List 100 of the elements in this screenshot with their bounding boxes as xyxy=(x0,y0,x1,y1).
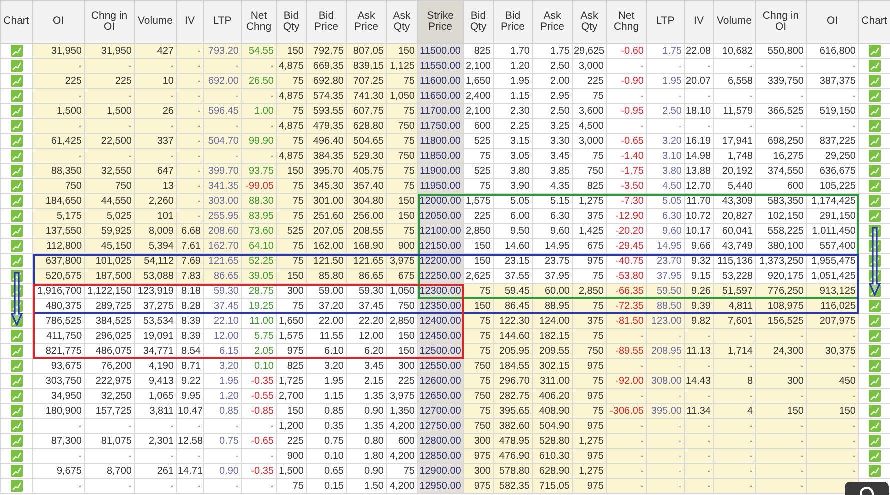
table-cell: - xyxy=(242,478,276,494)
strike-price: 12650.00 xyxy=(418,388,464,404)
table-cell: 53,228 xyxy=(714,268,756,284)
table-cell: -99.05 xyxy=(242,178,276,194)
strike-price: 11600.00 xyxy=(418,74,464,88)
table-cell: - xyxy=(134,418,176,434)
table-cell: 296.70 xyxy=(494,374,532,388)
chart-icon[interactable] xyxy=(868,254,880,267)
table-cell: 9.82 xyxy=(684,314,714,328)
table-cell: - xyxy=(606,418,646,434)
table-cell: 303,750 xyxy=(32,374,84,388)
table-cell: - xyxy=(32,448,84,464)
chart-icon[interactable] xyxy=(868,240,880,252)
chart-icon[interactable] xyxy=(868,224,880,237)
table-cell: - xyxy=(606,358,646,374)
table-cell: 61,425 xyxy=(32,134,84,148)
table-cell: 1,050 xyxy=(386,88,418,104)
table-cell: 741.30 xyxy=(346,88,386,104)
table-cell: 675 xyxy=(386,268,418,284)
table-cell: 10,682 xyxy=(714,44,756,58)
table-cell: 337 xyxy=(134,134,176,148)
table-cell: 75 xyxy=(386,224,418,238)
table-cell: 124.00 xyxy=(532,314,572,328)
table-cell: 479.35 xyxy=(306,118,346,134)
table-cell: - xyxy=(204,448,242,464)
table-cell: 11.34 xyxy=(684,404,714,418)
chart-icon[interactable] xyxy=(868,270,880,282)
table-cell: 180,900 xyxy=(32,404,84,418)
table-cell: 1,748 xyxy=(714,148,756,164)
table-cell: - xyxy=(204,148,242,164)
table-cell: 182.15 xyxy=(532,328,572,344)
table-cell: 16.19 xyxy=(684,134,714,148)
strike-price: 12950.00 xyxy=(418,478,464,494)
table-cell: 593.55 xyxy=(306,104,346,118)
table-cell: 8,009 xyxy=(134,224,176,238)
table-cell: 2.95 xyxy=(532,88,572,104)
table-cell: 8.71 xyxy=(176,358,204,374)
table-cell: 0.85 xyxy=(306,404,346,418)
table-cell: 807.05 xyxy=(346,44,386,58)
chart-icon[interactable] xyxy=(10,314,22,327)
table-cell: 1.35 xyxy=(346,388,386,404)
table-cell: -0.60 xyxy=(606,44,646,58)
table-cell: 29,625 xyxy=(572,44,606,58)
table-cell: - xyxy=(134,118,176,134)
table-cell: - xyxy=(176,148,204,164)
table-cell: 22.08 xyxy=(684,44,714,58)
table-cell: 11.00 xyxy=(242,314,276,328)
table-cell: - xyxy=(806,88,858,104)
chart-icon[interactable] xyxy=(10,300,22,312)
table-cell: 550,800 xyxy=(756,44,806,58)
table-cell: 20,192 xyxy=(714,164,756,178)
help-button[interactable] xyxy=(845,482,889,495)
chart-icon[interactable] xyxy=(10,284,22,297)
table-cell: - xyxy=(204,58,242,74)
table-cell: 1,350 xyxy=(386,404,418,418)
table-cell: 750 xyxy=(386,118,418,134)
table-cell: 3.20 xyxy=(646,134,684,148)
table-cell: - xyxy=(646,464,684,478)
table-cell: 1.95 xyxy=(306,374,346,388)
table-cell: - xyxy=(134,478,176,494)
table-cell: 975 xyxy=(572,418,606,434)
table-cell: 1,500 xyxy=(32,104,84,118)
table-cell: - xyxy=(684,388,714,404)
table-cell: 208.60 xyxy=(204,224,242,238)
chart-icon[interactable] xyxy=(868,284,880,297)
table-cell: 1,575 xyxy=(276,328,306,344)
table-cell: 225 xyxy=(276,434,306,448)
table-cell: 1.95 xyxy=(204,374,242,388)
table-cell: 504.65 xyxy=(346,134,386,148)
table-cell: - xyxy=(806,118,858,134)
table-cell: 384.35 xyxy=(306,148,346,164)
table-cell: 975 xyxy=(572,358,606,374)
table-cell: - xyxy=(606,58,646,74)
table-cell: -0.65 xyxy=(606,134,646,148)
table-cell: 750 xyxy=(32,178,84,194)
table-cell: 628.80 xyxy=(346,118,386,134)
table-cell: 692.00 xyxy=(204,74,242,88)
table-cell: 450 xyxy=(806,374,858,388)
table-cell: - xyxy=(606,478,646,494)
table-cell: - xyxy=(714,58,756,74)
column-header: LTP xyxy=(204,0,242,44)
table-cell: -12.90 xyxy=(606,208,646,224)
chart-icon[interactable] xyxy=(10,270,22,282)
table-cell: - xyxy=(176,208,204,224)
table-cell: - xyxy=(684,434,714,448)
table-cell: 300 xyxy=(464,464,494,478)
column-header: Net Chng xyxy=(606,0,646,44)
table-cell: - xyxy=(32,118,84,134)
table-cell: 2,100 xyxy=(464,104,494,118)
table-cell: 75 xyxy=(386,74,418,88)
table-cell: 6.68 xyxy=(176,224,204,238)
table-cell: 0.90 xyxy=(346,464,386,478)
table-cell: - xyxy=(684,118,714,134)
table-cell: - xyxy=(176,448,204,464)
table-cell: 75 xyxy=(386,464,418,478)
table-cell: 387,375 xyxy=(806,74,858,88)
table-cell: - xyxy=(684,58,714,74)
column-header: Bid Price xyxy=(494,0,532,44)
table-cell: 4,500 xyxy=(572,118,606,134)
strike-price: 12550.00 xyxy=(418,358,464,374)
